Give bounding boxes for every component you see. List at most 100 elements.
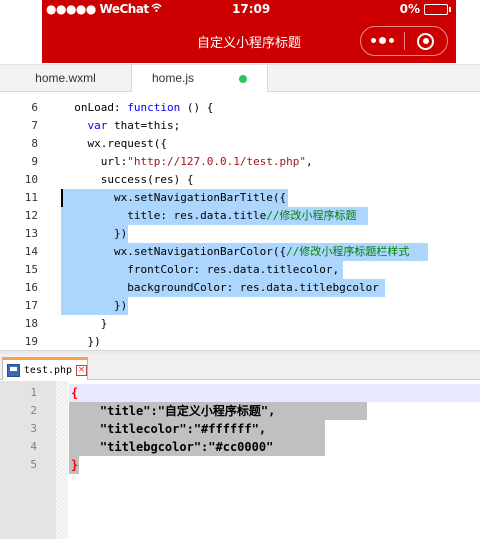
code-text: "titlecolor":"#ffffff",	[71, 420, 266, 438]
code-token: "titlecolor":"#ffffff",	[71, 422, 267, 436]
clipped-line	[0, 92, 480, 94]
line-number: 5	[30, 458, 37, 471]
code-text: title: res.data.title//修改小程序标题	[61, 207, 356, 225]
code-text: })	[61, 225, 127, 243]
code-text: frontColor: res.data.titlecolor,	[61, 261, 339, 279]
code-line: 8 wx.request({	[0, 135, 480, 153]
close-miniprogram-button[interactable]	[404, 32, 447, 50]
target-dot	[422, 38, 429, 44]
code-token: frontColor: res.data.titlecolor,	[61, 263, 340, 276]
code-token: "title":"自定义小程序标题",	[71, 404, 276, 418]
code-line: 16 backgroundColor: res.data.titlebgcolo…	[0, 279, 480, 297]
code-token: url:	[61, 155, 128, 168]
code-editor-home-js[interactable]: 6 onLoad: function () {7 var that=this; 8…	[0, 92, 480, 350]
code-line: 6 onLoad: function () {	[0, 99, 480, 117]
code-line: 19 })	[0, 333, 480, 350]
php-code-line: 3 "titlecolor":"#ffffff",	[0, 420, 480, 438]
line-number: 3	[30, 422, 37, 435]
code-line: 15 frontColor: res.data.titlecolor,	[0, 261, 480, 279]
code-token: "titlebgcolor":"#cc0000"	[71, 440, 274, 454]
tab-home-js[interactable]: home.js	[132, 65, 268, 93]
code-token: wx.setNavigationBarTitle({	[61, 191, 287, 204]
more-dot	[388, 38, 394, 43]
code-token: () {	[180, 101, 214, 114]
tab-test-php-label: test.php	[23, 364, 73, 376]
code-token: "http://127.0.0.1/test.php"	[127, 155, 307, 168]
editor-tab-bar: home.wxml home.js	[0, 64, 480, 93]
code-token: backgroundColor: res.data.titlebgcolor	[61, 281, 379, 294]
code-text: var that=this;	[61, 117, 181, 135]
line-number: 15	[24, 263, 38, 276]
code-line: 12 title: res.data.title//修改小程序标题	[0, 207, 480, 225]
line-number: 8	[31, 137, 38, 150]
code-text: })	[61, 297, 127, 315]
code-line: 11 wx.setNavigationBarTitle({	[0, 189, 480, 207]
code-token: var	[87, 119, 108, 132]
code-token: ,	[306, 155, 313, 168]
code-line: 10 success(res) {	[0, 171, 480, 189]
battery-icon	[424, 3, 451, 15]
code-token: //修改小程序标题栏样式	[286, 245, 410, 258]
line-number: 11	[24, 191, 38, 204]
close-tab-icon[interactable]: ×	[76, 364, 87, 376]
code-text: wx.setNavigationBarTitle({	[61, 189, 286, 207]
line-number: 14	[24, 245, 38, 258]
php-tab-bar: test.php ×	[0, 354, 480, 380]
line-number: 17	[24, 299, 38, 312]
battery-percent: 0%	[399, 2, 420, 16]
code-token: }	[61, 317, 108, 330]
code-text: }	[71, 456, 78, 474]
wifi-icon	[151, 3, 162, 12]
modified-dot-icon	[239, 75, 247, 83]
code-token: }	[71, 458, 79, 472]
code-text: {	[71, 384, 78, 402]
line-number: 2	[30, 404, 37, 417]
code-token: function	[127, 101, 181, 114]
code-token: success(res) {	[61, 173, 194, 186]
line-number: 12	[24, 209, 38, 222]
line-number: 16	[24, 281, 38, 294]
save-file-icon	[7, 363, 20, 377]
more-button[interactable]	[361, 37, 404, 44]
code-editor-test-php[interactable]: 1{2 "title":"自定义小程序标题", 3 "titlecolor":"#…	[0, 381, 480, 539]
carrier-label: ●●●●● WeChat	[46, 2, 162, 16]
line-number: 13	[24, 227, 38, 240]
line-number: 18	[24, 317, 38, 330]
code-token: wx.request({	[61, 137, 167, 150]
code-token: })	[61, 335, 101, 348]
php-code-line: 4 "titlebgcolor":"#cc0000"	[0, 438, 480, 456]
line-number: 7	[31, 119, 38, 132]
tab-home-wxml[interactable]: home.wxml	[0, 65, 132, 92]
battery-indicator: 0%	[399, 2, 451, 16]
code-token: })	[61, 299, 128, 312]
tab-test-php[interactable]: test.php ×	[2, 357, 88, 380]
status-time: 17:09	[232, 2, 271, 16]
code-line: 14 wx.setNavigationBarColor({//修改小程序标题栏样…	[0, 243, 480, 261]
target-circle-icon	[417, 32, 435, 50]
line-number: 1	[30, 386, 37, 399]
code-text: success(res) {	[61, 171, 194, 189]
code-text: wx.request({	[61, 135, 167, 153]
code-token: {	[71, 386, 79, 400]
more-dot	[370, 38, 376, 43]
code-text: }	[61, 315, 108, 333]
code-token: })	[61, 227, 128, 240]
line-number: 6	[31, 101, 38, 114]
status-bar: ●●●●● WeChat 17:09 0%	[42, 0, 456, 20]
code-text: url:"http://127.0.0.1/test.php",	[61, 153, 313, 171]
code-line: 17 })	[0, 297, 480, 315]
php-code-line: 5}	[0, 456, 480, 474]
code-token: wx.setNavigationBarColor({	[61, 245, 287, 258]
code-token: that=this;	[107, 119, 181, 132]
code-line: 9 url:"http://127.0.0.1/test.php",	[0, 153, 480, 171]
wechat-phone-header: ●●●●● WeChat 17:09 0% 自定义小程序标题	[42, 0, 456, 63]
code-line: 7 var that=this;	[0, 117, 480, 135]
line-number: 10	[24, 173, 38, 186]
code-text: "title":"自定义小程序标题",	[71, 402, 275, 420]
code-token: title: res.data.title	[61, 209, 267, 222]
php-code-line: 1{	[0, 384, 480, 402]
code-text: })	[61, 333, 101, 350]
tab-home-js-label: home.js	[152, 71, 195, 85]
code-line: 13 })	[0, 225, 480, 243]
